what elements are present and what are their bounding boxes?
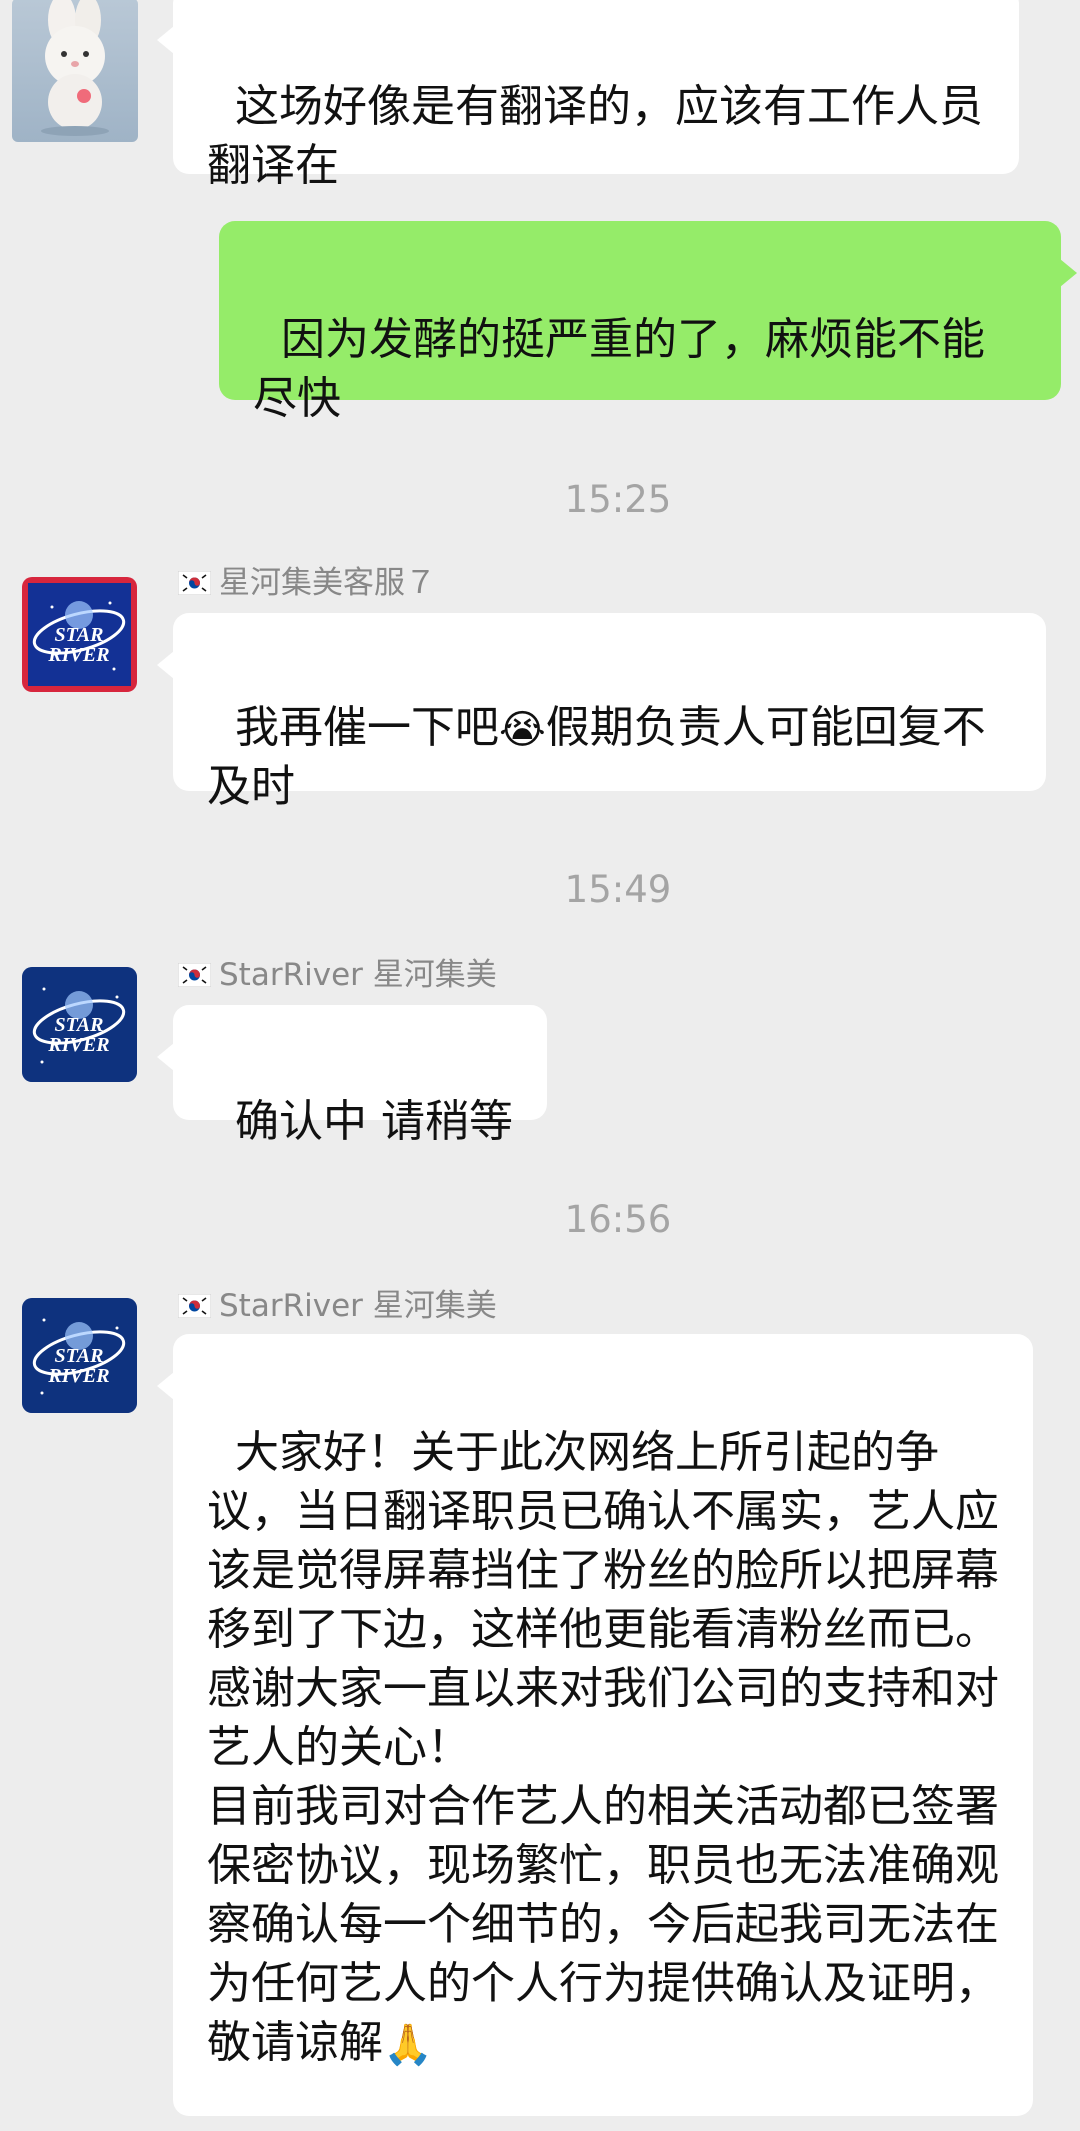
message-bubble-outgoing[interactable]: 因为发酵的挺严重的了，麻烦能不能尽快 xyxy=(219,221,1077,424)
avatar[interactable]: STAR RIVER xyxy=(22,577,137,692)
south-korea-flag-icon xyxy=(178,1294,211,1318)
message-bubble[interactable]: 这场好像是有翻译的，应该有工作人员翻译在 xyxy=(157,0,1019,191)
avatar[interactable]: STAR RIVER xyxy=(22,967,137,1082)
message-bubble[interactable]: 我再催一下吧😭假期负责人可能回复不及时 xyxy=(157,613,1046,812)
message-text: 确认中 请稍等 xyxy=(234,1096,513,1147)
svg-text:RIVER: RIVER xyxy=(47,1034,109,1056)
sender-label: StarRiver 星河集美 xyxy=(219,957,497,993)
svg-text:RIVER: RIVER xyxy=(47,1365,109,1387)
svg-text:STAR: STAR xyxy=(55,624,104,646)
starriver-logo-icon: STAR RIVER xyxy=(22,1298,137,1413)
starriver-logo-icon: STAR RIVER xyxy=(22,577,137,692)
message-bubble[interactable]: 确认中 请稍等 xyxy=(157,1005,547,1147)
avatar[interactable]: STAR RIVER xyxy=(22,1298,137,1413)
avatar[interactable] xyxy=(12,0,138,142)
sender-label: 星河集美客服７ xyxy=(219,565,436,601)
svg-text:RIVER: RIVER xyxy=(47,644,109,666)
timestamp: 16:56 xyxy=(564,1198,672,1241)
svg-text:STAR: STAR xyxy=(55,1345,104,1367)
folded-hands-emoji: 🙏 xyxy=(383,2022,433,2068)
svg-text:STAR: STAR xyxy=(55,1014,104,1036)
message-bubble[interactable]: 大家好！关于此次网络上所引起的争议，当日翻译职员已确认不属实，艺人应该是觉得屏幕… xyxy=(157,1334,1033,2116)
message-text: 大家好！关于此次网络上所引起的争议，当日翻译职员已确认不属实，艺人应该是觉得屏幕… xyxy=(207,1427,999,2068)
south-korea-flag-icon xyxy=(178,571,211,595)
message-text: 因为发酵的挺严重的了，麻烦能不能尽快 xyxy=(253,314,985,424)
message-text: 我再催一下吧 xyxy=(234,702,499,753)
bunny-plush-icon xyxy=(12,0,138,142)
message-text: 这场好像是有翻译的，应该有工作人员翻译在 xyxy=(207,81,983,191)
sender-name: StarRiver 星河集美 xyxy=(178,955,497,995)
sender-name: 星河集美客服７ xyxy=(178,563,436,603)
timestamp: 15:49 xyxy=(564,868,672,911)
south-korea-flag-icon xyxy=(178,963,211,987)
timestamp: 15:25 xyxy=(564,478,672,521)
starriver-logo-icon: STAR RIVER xyxy=(22,967,137,1082)
sender-name: StarRiver 星河集美 xyxy=(178,1286,497,1326)
sender-label: StarRiver 星河集美 xyxy=(219,1288,497,1324)
crying-face-emoji: 😭 xyxy=(498,707,546,753)
